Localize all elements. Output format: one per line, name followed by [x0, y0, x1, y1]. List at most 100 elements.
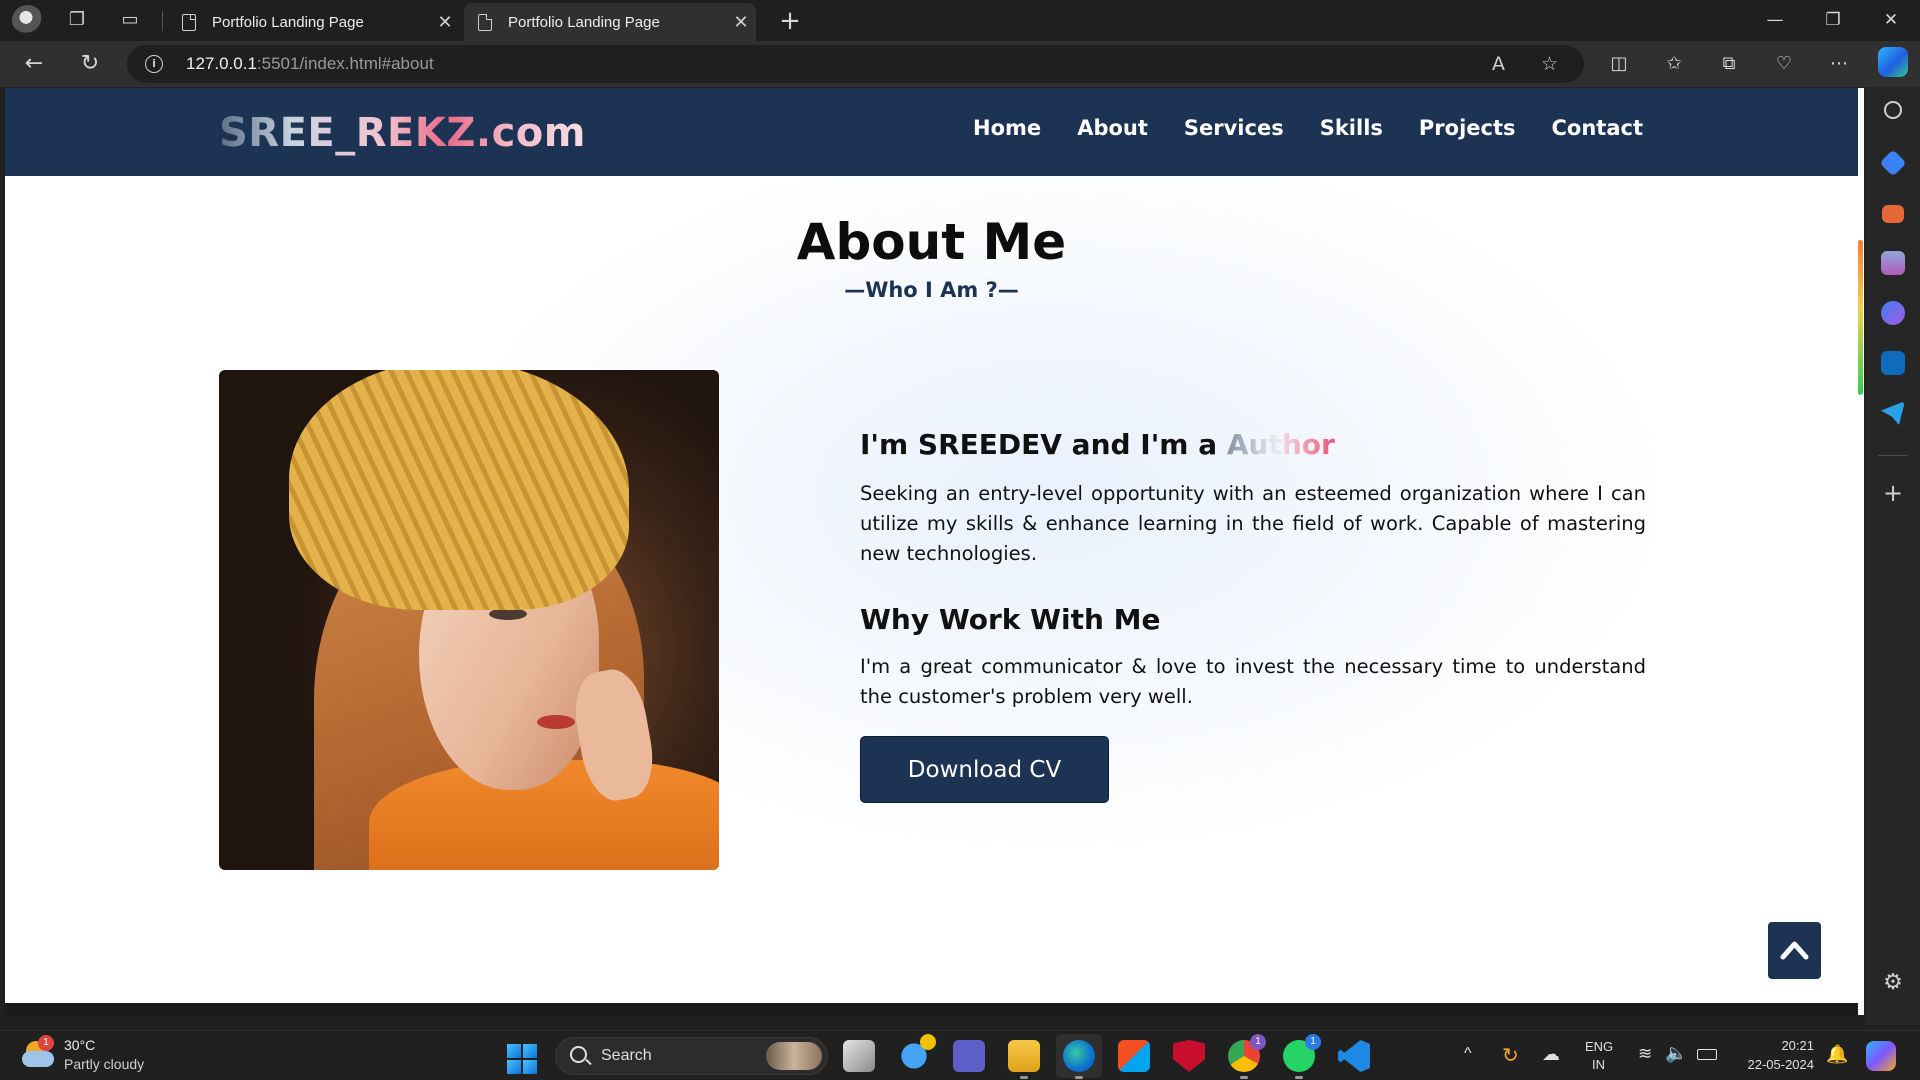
- more-options-icon[interactable]: ⋯: [1823, 49, 1855, 79]
- intro-paragraph: Seeking an entry-level opportunity with …: [860, 482, 1646, 565]
- search-label: Search: [601, 1047, 652, 1064]
- browser-essentials-icon[interactable]: ♡: [1768, 49, 1800, 79]
- chrome-badge: 1: [1250, 1034, 1266, 1050]
- chrome-icon[interactable]: 1: [1228, 1034, 1266, 1079]
- scroll-to-top-button[interactable]: [1768, 922, 1821, 979]
- about-content: I'm SREEDEV and I'm a Author Seeking an …: [860, 428, 1646, 803]
- edge-browser-icon[interactable]: [1063, 1040, 1095, 1079]
- about-subtitle: —Who I Am ?—: [844, 278, 1019, 302]
- send-icon[interactable]: [1881, 401, 1905, 425]
- mcafee-icon[interactable]: [1173, 1040, 1205, 1072]
- site-header: SREE_REKZ.com Home About Services Skills…: [5, 88, 1858, 176]
- clock-time[interactable]: 20:21: [1738, 1038, 1814, 1053]
- windows-start-icon[interactable]: [507, 1044, 537, 1074]
- download-cv-button[interactable]: Download CV: [860, 736, 1109, 803]
- main-nav: Home About Services Skills Projects Cont…: [973, 116, 1643, 140]
- restore-icon[interactable]: ❐: [1806, 0, 1860, 40]
- region-indicator[interactable]: IN: [1592, 1057, 1605, 1072]
- tab-divider: [162, 11, 163, 31]
- clock-date[interactable]: 22-05-2024: [1738, 1057, 1815, 1072]
- nav-skills[interactable]: Skills: [1320, 116, 1383, 140]
- close-tab-icon[interactable]: ✕: [430, 12, 460, 33]
- minimize-icon[interactable]: —: [1748, 0, 1802, 40]
- collections-icon[interactable]: ⧉: [1713, 49, 1745, 79]
- battery-icon[interactable]: [1697, 1049, 1717, 1060]
- edge-sidebar: + ⚙: [1866, 87, 1920, 1025]
- volume-icon[interactable]: 🔈: [1665, 1043, 1687, 1064]
- settings-gear-icon[interactable]: ⚙: [1881, 971, 1905, 995]
- sidebar-divider: [1878, 455, 1908, 456]
- page-scrollbar[interactable]: [1858, 88, 1864, 1015]
- copilot-taskbar-icon[interactable]: [1866, 1041, 1896, 1071]
- page-bottom-edge: [5, 1003, 1858, 1015]
- profile-photo: [219, 370, 719, 870]
- chevron-up-icon: [1780, 941, 1809, 960]
- nav-services[interactable]: Services: [1184, 116, 1284, 140]
- close-window-icon[interactable]: ✕: [1864, 0, 1918, 40]
- about-title: About Me: [796, 213, 1067, 271]
- nav-about[interactable]: About: [1077, 116, 1148, 140]
- wifi-icon[interactable]: ≋: [1638, 1044, 1652, 1064]
- search-icon[interactable]: [1884, 101, 1902, 119]
- intro-heading: I'm SREEDEV and I'm a Author: [860, 428, 1335, 461]
- read-aloud-icon[interactable]: A: [1492, 53, 1505, 75]
- notifications-bell-icon[interactable]: 🔔: [1826, 1044, 1848, 1065]
- nav-contact[interactable]: Contact: [1552, 116, 1644, 140]
- why-paragraph: I'm a great communicator & love to inves…: [860, 655, 1646, 708]
- whatsapp-icon[interactable]: 1: [1283, 1034, 1321, 1079]
- copilot-icon[interactable]: [1878, 47, 1908, 77]
- copilot-sidebar-icon[interactable]: [1881, 301, 1905, 325]
- why-heading: Why Work With Me: [860, 603, 1161, 636]
- browser-toolbar: ← ↻ i 127.0.0.1:5501/index.html#about A …: [0, 41, 1920, 87]
- profile-avatar-icon[interactable]: [12, 5, 43, 36]
- teams-icon[interactable]: [953, 1040, 985, 1072]
- tab-portfolio-2[interactable]: Portfolio Landing Page ✕: [464, 3, 756, 41]
- weather-temperature[interactable]: 30°C: [64, 1037, 95, 1053]
- tab-title: Portfolio Landing Page: [212, 13, 364, 31]
- browser-title-bar: ❐ ▭ Portfolio Landing Page ✕ Portfolio L…: [0, 0, 1920, 41]
- page-icon: [478, 13, 492, 31]
- windows-taskbar: 1 30°C Partly cloudy Search 1 1 ^ ↻ ☁ EN…: [0, 1030, 1920, 1080]
- taskbar-search[interactable]: Search: [555, 1037, 828, 1075]
- microsoft-store-icon[interactable]: [1118, 1040, 1150, 1072]
- language-indicator[interactable]: ENG: [1585, 1039, 1613, 1054]
- close-tab-icon[interactable]: ✕: [726, 12, 756, 33]
- add-icon[interactable]: +: [1881, 481, 1905, 505]
- url-text[interactable]: 127.0.0.1:5501/index.html#about: [186, 54, 434, 74]
- address-bar[interactable]: i 127.0.0.1:5501/index.html#about A ☆: [127, 45, 1584, 83]
- task-view-icon[interactable]: [843, 1040, 875, 1072]
- site-info-icon[interactable]: i: [145, 55, 163, 73]
- nav-projects[interactable]: Projects: [1419, 116, 1516, 140]
- typed-role: Author: [1226, 428, 1335, 461]
- back-icon[interactable]: ←: [18, 49, 50, 79]
- weather-badge: 1: [38, 1035, 54, 1051]
- favorites-icon[interactable]: ✩: [1658, 49, 1690, 79]
- games-icon[interactable]: [1881, 251, 1905, 275]
- tab-portfolio-1[interactable]: Portfolio Landing Page ✕: [168, 3, 460, 41]
- scrollbar-thumb[interactable]: [1858, 240, 1863, 395]
- tab-title: Portfolio Landing Page: [508, 13, 660, 31]
- sync-icon[interactable]: ↻: [1502, 1043, 1519, 1068]
- onedrive-cloud-icon[interactable]: ☁: [1542, 1044, 1560, 1065]
- workspaces-icon[interactable]: ❐: [63, 7, 91, 33]
- shopping-tag-icon[interactable]: [1879, 149, 1907, 177]
- whatsapp-badge: 1: [1305, 1034, 1321, 1050]
- nav-home[interactable]: Home: [973, 116, 1041, 140]
- show-hidden-icons-chevron-icon[interactable]: ^: [1464, 1045, 1472, 1063]
- weather-partly-cloudy-icon[interactable]: 1: [22, 1035, 56, 1069]
- outlook-icon[interactable]: [1881, 351, 1905, 375]
- tab-actions-icon[interactable]: ▭: [116, 7, 144, 33]
- weather-description[interactable]: Partly cloudy: [64, 1056, 144, 1072]
- file-explorer-icon[interactable]: [1008, 1040, 1040, 1079]
- tools-briefcase-icon[interactable]: [1882, 205, 1904, 223]
- vscode-icon[interactable]: [1338, 1040, 1370, 1072]
- favorite-star-icon[interactable]: ☆: [1541, 53, 1558, 75]
- search-icon: [570, 1046, 587, 1063]
- split-screen-icon[interactable]: ◫: [1603, 49, 1635, 79]
- refresh-icon[interactable]: ↻: [74, 49, 106, 79]
- site-logo[interactable]: SREE_REKZ.com: [219, 110, 586, 156]
- new-tab-icon[interactable]: +: [775, 6, 805, 36]
- edge-beta-icon[interactable]: [898, 1034, 936, 1072]
- page-icon: [182, 13, 196, 31]
- page-viewport: SREE_REKZ.com Home About Services Skills…: [5, 88, 1858, 1003]
